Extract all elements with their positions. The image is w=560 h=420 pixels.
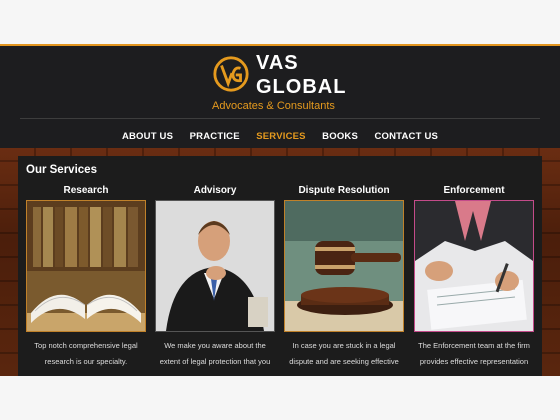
open-book-image[interactable] [26,200,146,332]
service-description: We make you aware about the extent of le… [159,341,271,366]
service-title: Advisory [193,185,237,196]
nav-item-contact-us[interactable]: CONTACT US [374,131,438,142]
vas-logo-icon [213,56,249,92]
service-description: The Enforcement team at the firm provide… [418,341,530,366]
nav-item-books[interactable]: BOOKS [322,131,358,142]
gavel-icon [285,201,403,331]
service-title: Dispute Resolution [298,185,390,196]
service-card-research[interactable]: Research Top notch comprehensive legal r… [26,184,146,370]
logo-text-global: GLOBAL [256,76,347,98]
site-logo[interactable]: VAS GLOBAL Advocates & Consultants [212,52,362,112]
nav-item-about-us[interactable]: ABOUT US [122,131,173,142]
nav-item-practice[interactable]: PRACTICE [190,131,240,142]
service-title: Research [63,185,109,196]
gavel-image[interactable] [284,200,404,332]
lawyer-portrait-image[interactable] [155,200,275,332]
logo-text-vas: VAS [256,52,299,74]
site-header: VAS GLOBAL Advocates & Consultants ABOUT… [0,44,560,148]
service-card-advisory[interactable]: Advisory We make you aware about the ext… [155,184,275,370]
service-card-dispute-resolution[interactable]: Dispute Resolution In case you are stuck… [284,184,404,370]
services-title: Our Services [26,164,97,176]
logo-tagline: Advocates & Consultants [212,100,335,112]
open-book-icon [27,201,145,331]
service-card-enforcement[interactable]: Enforcement The Enforcement team at the … [414,184,534,370]
browser-bottom-area [0,376,560,420]
document-signing-image[interactable] [414,200,534,332]
services-panel: Our Services Research Top notch comprehe… [18,156,542,376]
service-title: Enforcement [443,185,505,196]
document-signing-icon [415,201,533,331]
main-nav: ABOUT US PRACTICE SERVICES BOOKS CONTACT… [0,126,560,144]
service-description: In case you are stuck in a legal dispute… [289,341,399,366]
service-description: Top notch comprehensive legal research i… [34,341,138,366]
nav-item-services[interactable]: SERVICES [256,131,305,142]
lawyer-icon [156,201,274,331]
browser-top-area [0,0,560,44]
nav-divider [20,118,540,119]
